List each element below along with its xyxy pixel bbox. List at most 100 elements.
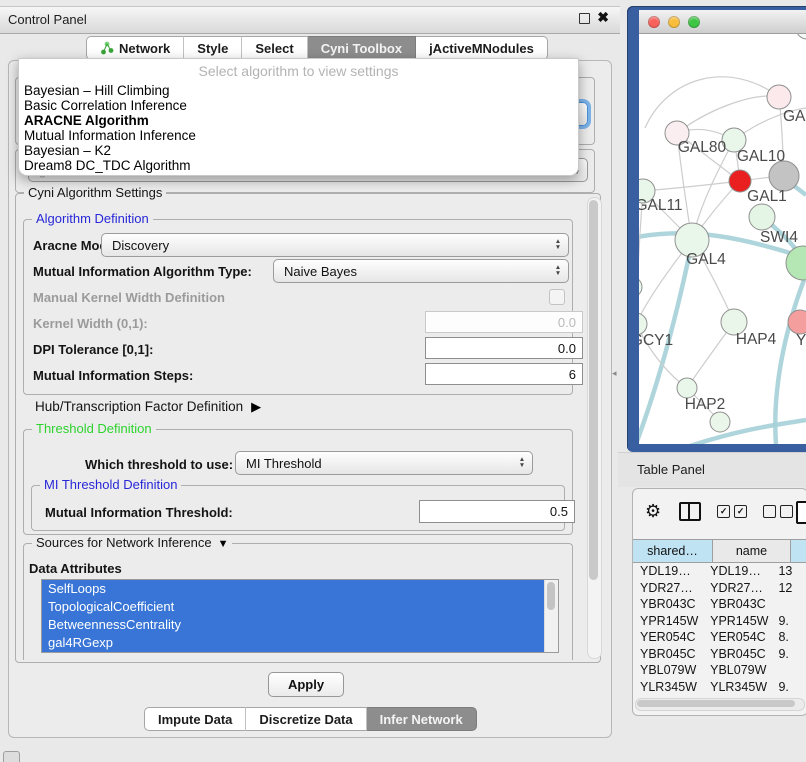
kernel-width-field[interactable]: 0.0 — [425, 311, 583, 333]
corner-widget[interactable] — [3, 751, 20, 762]
tab-label: Select — [255, 41, 293, 56]
page-icon[interactable] — [796, 501, 806, 524]
tab-infer-network[interactable]: Infer Network — [367, 707, 477, 731]
table-horizontal-scrollbar[interactable] — [635, 698, 805, 711]
algorithm-option[interactable]: Mutual Information Inference — [19, 128, 578, 143]
deselect-all-icon[interactable] — [763, 505, 793, 518]
algorithm-option[interactable]: Basic Correlation Inference — [19, 98, 578, 113]
node-label: HAP2 — [685, 396, 726, 413]
algorithm-option[interactable]: ARACNE Algorithm — [19, 113, 578, 128]
table-row[interactable]: YDL19…YDL19…13 — [633, 563, 806, 580]
table-row[interactable]: YDR27…YDR27…12 — [633, 580, 806, 597]
table-header: shared…name — [633, 539, 806, 563]
table-body[interactable]: YDL19…YDL19…13YDR27…YDR27…12YBR043CYBR04… — [633, 563, 806, 699]
attribute-item[interactable]: SelfLoops — [42, 580, 545, 598]
tab-label: Cyni Toolbox — [321, 41, 402, 56]
app-root: Control Panel ✖ NetworkStyle Select Cyni T… — [0, 0, 806, 762]
column-header[interactable] — [791, 539, 806, 563]
mi-steps-label: Mutual Information Steps: — [33, 368, 193, 383]
network-node[interactable] — [796, 34, 806, 39]
network-canvas[interactable]: GALGAL80GAL10GAL1GAL11SWI4GAL4GCY1HAP4YH… — [639, 34, 806, 444]
table-row[interactable]: YER054CYER054C8. — [633, 629, 806, 646]
tab-label: Discretize Data — [259, 712, 352, 727]
tab-impute-data[interactable]: Impute Data — [144, 707, 246, 731]
mi-type-combobox[interactable]: Naive Bayes ▲▼ — [273, 259, 569, 283]
tab-style[interactable]: Style — [184, 36, 242, 60]
scrollbar-thumb[interactable] — [547, 582, 555, 610]
float-window-icon[interactable] — [579, 13, 590, 24]
table-cell: YDR27… — [703, 581, 771, 595]
expand-right-icon: ▶ — [251, 399, 261, 415]
column-header[interactable]: name — [713, 539, 791, 563]
minimize-traffic-icon[interactable] — [668, 16, 680, 28]
table-cell: 8. — [771, 630, 806, 644]
hub-definition-toggle[interactable]: Hub/Transcription Factor Definition▶ — [35, 399, 261, 415]
mi-threshold-label: Mutual Information Threshold: — [45, 505, 233, 520]
aracne-mode-combobox[interactable]: Discovery ▲▼ — [101, 233, 569, 257]
data-attributes-label: Data Attributes — [29, 561, 122, 576]
tab-select[interactable]: Select — [242, 36, 307, 60]
table-cell: YBR045C — [633, 647, 703, 661]
table-row[interactable]: YLR345WYLR345W9. — [633, 679, 806, 696]
stepper-icon: ▲▼ — [516, 454, 528, 472]
network-node-swi4[interactable] — [749, 204, 775, 230]
manual-kernel-checkbox[interactable] — [549, 289, 565, 305]
tab-label: Impute Data — [158, 712, 232, 727]
attribute-item[interactable]: TopologicalCoefficient — [42, 598, 545, 616]
select-all-icon[interactable]: ✓✓ — [717, 505, 747, 518]
table-row[interactable]: YBR043CYBR043C — [633, 596, 806, 613]
panel-title: Control Panel — [8, 12, 87, 27]
algorithm-option[interactable]: Bayesian – Hill Climbing — [19, 83, 578, 98]
apply-button[interactable]: Apply — [268, 672, 344, 697]
stepper-icon: ▲▼ — [552, 236, 564, 254]
tab-jactivemnodules[interactable]: jActiveMNodules — [416, 36, 548, 60]
table-panel-title: Table Panel — [637, 462, 705, 477]
close-traffic-icon[interactable] — [648, 16, 660, 28]
table-cell: YDR27… — [633, 581, 703, 595]
settings-vertical-scrollbar[interactable] — [587, 197, 602, 659]
manual-kernel-label: Manual Kernel Width Definition — [33, 290, 225, 305]
network-node[interactable] — [639, 277, 642, 297]
network-node[interactable] — [769, 161, 799, 191]
tab-network[interactable]: Network — [86, 36, 184, 60]
attribute-item[interactable]: gal4RGexp — [42, 634, 545, 652]
kernel-width-label: Kernel Width (0,1): — [33, 316, 148, 331]
network-node-gal[interactable] — [767, 85, 791, 109]
mi-steps-field[interactable]: 6 — [425, 363, 583, 385]
which-threshold-value: MI Threshold — [246, 456, 322, 471]
sources-title[interactable]: Sources for Network Inference▼ — [32, 535, 232, 550]
network-edge — [690, 420, 806, 444]
network-window-titlebar — [639, 10, 806, 34]
list-scrollbar[interactable] — [544, 580, 558, 652]
scrollbar-thumb[interactable] — [589, 200, 598, 580]
table-row[interactable]: YBR045CYBR045C9. — [633, 646, 806, 663]
table-cell: YER054C — [703, 630, 771, 644]
network-node-hap2[interactable] — [677, 378, 697, 398]
algorithm-popup-prompt: Select algorithm to view settings — [19, 59, 578, 83]
scrollbar-thumb[interactable] — [637, 700, 795, 707]
splitter-collapse-icon[interactable]: ◂ — [612, 368, 617, 379]
table-cell: YBL079W — [633, 663, 703, 677]
maximize-traffic-icon[interactable] — [688, 16, 700, 28]
control-panel-window: Control Panel ✖ NetworkStyle Select Cyni T… — [0, 6, 620, 738]
table-cell: 12 — [771, 581, 806, 595]
data-attributes-list[interactable]: SelfLoopsTopologicalCoefficientBetweenne… — [41, 579, 559, 653]
tab-cyni-toolbox[interactable]: Cyni Toolbox — [308, 36, 416, 60]
table-row[interactable]: YBL079WYBL079W — [633, 662, 806, 679]
algorithm-option[interactable]: Bayesian – K2 — [19, 143, 578, 158]
network-node[interactable] — [710, 412, 730, 432]
table-row[interactable]: YPR145WYPR145W9. — [633, 613, 806, 630]
mi-threshold-field[interactable]: 0.5 — [419, 500, 575, 523]
top-tab-bar: NetworkStyle Select Cyni Toolbox jActiveMNo… — [86, 36, 548, 60]
attribute-item[interactable]: BetweennessCentrality — [42, 616, 545, 634]
column-header[interactable]: shared… — [633, 539, 713, 563]
node-label: GAL4 — [686, 251, 726, 268]
dpi-tolerance-field[interactable]: 0.0 — [425, 337, 583, 359]
gear-icon[interactable]: ⚙ — [645, 501, 661, 522]
columns-icon[interactable] — [679, 502, 701, 521]
algorithm-option[interactable]: Dream8 DC_TDC Algorithm — [19, 158, 578, 173]
close-icon[interactable]: ✖ — [597, 11, 609, 23]
tab-discretize-data[interactable]: Discretize Data — [246, 707, 366, 731]
which-threshold-combobox[interactable]: MI Threshold ▲▼ — [235, 451, 533, 475]
table-toolbar: ⚙ ✓✓ — [633, 489, 806, 533]
